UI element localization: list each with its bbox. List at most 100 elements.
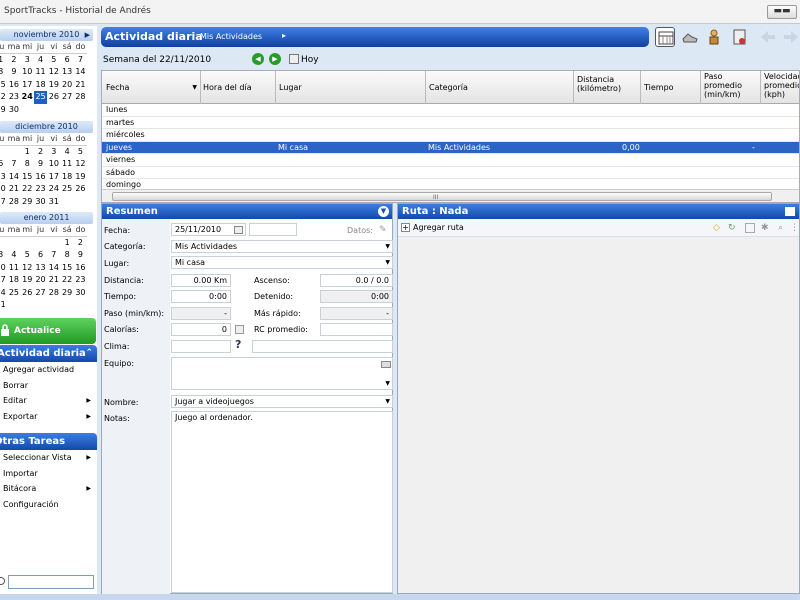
time-duration-field[interactable]: 0:00 — [171, 290, 231, 303]
calendar-day[interactable]: 6 — [60, 54, 73, 67]
location-select[interactable]: Mi casa ▼ — [171, 256, 393, 269]
column-lugar[interactable]: Lugar — [276, 71, 426, 104]
table-row[interactable]: martes — [102, 117, 799, 129]
calendar-day[interactable]: 23 — [34, 183, 47, 196]
calendar-day[interactable]: 14 — [47, 262, 60, 275]
time-field[interactable] — [249, 223, 297, 236]
calendar-day[interactable]: 11 — [34, 66, 47, 79]
panel-menu-item[interactable]: Exportar ▶ — [0, 409, 97, 425]
calendar-day[interactable]: 6 — [34, 249, 47, 262]
next-week-icon[interactable]: ▶ — [269, 53, 281, 65]
chevron-down-icon[interactable]: ▼ — [385, 396, 390, 407]
calendar-day[interactable]: 17 — [0, 274, 7, 287]
heart-rate-field[interactable] — [320, 323, 393, 336]
calendar-day[interactable]: 26 — [74, 183, 87, 196]
calendar-day[interactable]: 6 — [0, 158, 7, 171]
search-input[interactable] — [8, 575, 94, 589]
calendar-day[interactable]: 31 — [0, 299, 7, 312]
athlete-icon[interactable] — [704, 27, 724, 47]
previous-week-icon[interactable]: ◀ — [252, 53, 264, 65]
calendar-day[interactable]: 16 — [74, 262, 87, 275]
panel-menu-item[interactable]: Agregar actividad — [0, 362, 97, 378]
calendar-day[interactable]: 15 — [60, 262, 73, 275]
table-row[interactable]: jueves Mi casa Mis Actividades 0,00 - — [102, 141, 799, 154]
calendar-day[interactable]: 2 — [74, 237, 87, 250]
calendar-day[interactable]: 3 — [0, 249, 7, 262]
calendar-day[interactable]: 25 — [7, 287, 20, 300]
calendar-day[interactable]: 18 — [60, 171, 73, 184]
panel-menu-item[interactable]: Configuración — [0, 497, 97, 513]
calendar-day[interactable]: 9 — [7, 66, 20, 79]
zoom-icon[interactable]: ⌕ — [778, 223, 788, 233]
today-button[interactable]: Hoy — [301, 55, 319, 65]
calendar-day[interactable]: 14 — [74, 66, 87, 79]
calendar-day[interactable]: 26 — [21, 287, 34, 300]
column-tiempo[interactable]: Tiempo — [641, 71, 701, 104]
calendar-day[interactable]: 5 — [21, 249, 34, 262]
calendar-day[interactable]: 2 — [7, 54, 20, 67]
panel-menu-item[interactable]: Seleccionar Vista ▶ — [0, 450, 97, 466]
column-velocidad[interactable]: Velocidad promedio (kph) — [761, 71, 799, 104]
calendar-day[interactable]: 4 — [34, 54, 47, 67]
more-icon[interactable]: ⋮ — [790, 223, 800, 233]
calendar-day[interactable]: 7 — [47, 249, 60, 262]
add-route-button[interactable]: Agregar ruta — [413, 223, 464, 232]
calendar-day[interactable]: 21 — [74, 79, 87, 92]
calendar-day[interactable]: 1 — [21, 146, 34, 159]
back-arrow-icon[interactable] — [758, 27, 778, 47]
breadcrumb-category[interactable]: Mis Actividades — [200, 32, 262, 41]
column-paso[interactable]: Paso promedio (min/km) — [701, 71, 761, 104]
forward-arrow-icon[interactable] — [781, 27, 800, 47]
calendar-day[interactable]: 29 — [60, 287, 73, 300]
panel-menu-item[interactable]: Bitácora ▶ — [0, 481, 97, 497]
calendar-day[interactable]: 11 — [60, 158, 73, 171]
expand-icon[interactable]: ▼ — [378, 206, 389, 217]
calendar-day[interactable]: 22 — [0, 91, 7, 104]
calendar-day[interactable]: 8 — [21, 158, 34, 171]
panel-menu-item[interactable]: Importar — [0, 466, 97, 482]
calendar-day[interactable]: 13 — [34, 262, 47, 275]
calendar-day[interactable]: 19 — [74, 171, 87, 184]
gear-icon[interactable]: ✱ — [761, 223, 771, 233]
calendar-day[interactable]: 29 — [0, 104, 7, 117]
calendar-day[interactable]: 24 — [47, 183, 60, 196]
column-hora[interactable]: Hora del día — [201, 71, 276, 104]
calendar-day[interactable]: 1 — [60, 237, 73, 250]
calendar-day[interactable]: 30 — [74, 287, 87, 300]
weather-description-field[interactable] — [252, 340, 393, 353]
calendar-day[interactable]: 9 — [74, 249, 87, 262]
calendar-day[interactable]: 25 — [33, 91, 48, 104]
save-icon[interactable] — [745, 223, 755, 233]
calendar-day[interactable]: 18 — [7, 274, 20, 287]
equipment-field[interactable]: ▼ — [171, 357, 393, 390]
logbook-icon[interactable] — [729, 27, 749, 47]
calories-field[interactable]: 0 — [171, 323, 231, 336]
help-icon[interactable]: ? — [235, 338, 241, 351]
add-route-icon[interactable]: + — [401, 223, 410, 232]
calendar-day[interactable]: 16 — [34, 171, 47, 184]
calendar-day[interactable]: 20 — [0, 183, 7, 196]
calendar-day[interactable]: 8 — [60, 249, 73, 262]
calendar-day[interactable]: 24 — [0, 287, 7, 300]
column-fecha[interactable]: Fecha ▼ — [102, 71, 201, 104]
calendar-day[interactable]: 3 — [21, 54, 34, 67]
calendar-day[interactable]: 4 — [60, 146, 73, 159]
calculator-icon[interactable] — [235, 325, 244, 334]
calendar-day[interactable]: 4 — [7, 249, 20, 262]
calendar-day[interactable]: 27 — [34, 287, 47, 300]
scrollbar-thumb[interactable]: III — [112, 192, 772, 201]
calendar-day[interactable]: 21 — [7, 183, 20, 196]
calendar-day[interactable]: 19 — [21, 274, 34, 287]
calendar-day[interactable]: 12 — [21, 262, 34, 275]
calendar-day[interactable]: 27 — [0, 196, 7, 209]
calendar-day[interactable]: 19 — [47, 79, 60, 92]
calendar-day[interactable]: 31 — [47, 196, 60, 209]
table-row[interactable]: lunes — [102, 104, 799, 117]
calendar-day[interactable]: 20 — [34, 274, 47, 287]
collapse-icon[interactable]: ⌃ — [85, 345, 93, 362]
breadcrumb-arrow-icon[interactable]: ▸ — [282, 31, 286, 40]
distance-field[interactable]: 0.00 Km — [171, 274, 231, 287]
calendar-day[interactable]: 23 — [7, 91, 20, 104]
calendar-day[interactable]: 12 — [74, 158, 87, 171]
other-tasks-header[interactable]: Otras Tareas — [0, 433, 97, 450]
